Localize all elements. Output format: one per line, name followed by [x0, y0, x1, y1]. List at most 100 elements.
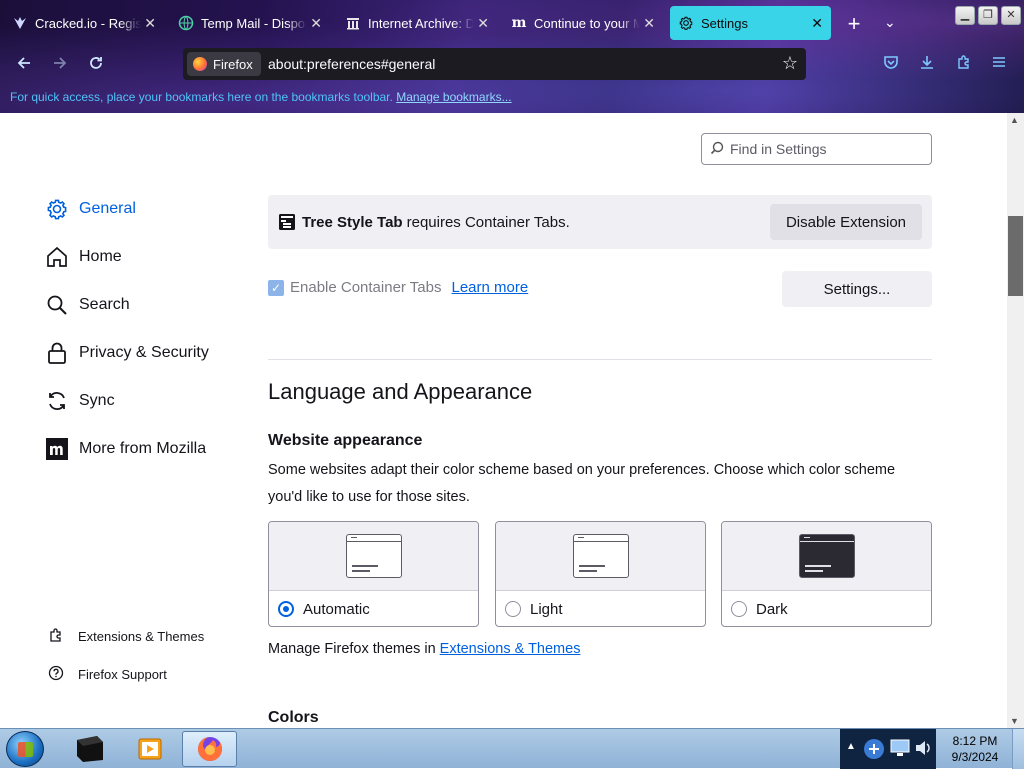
section-divider: [268, 359, 932, 360]
list-all-tabs-button[interactable]: ⌄: [884, 14, 896, 31]
arrow-right-icon: [54, 57, 67, 69]
clock-date: 9/3/2024: [951, 750, 999, 764]
tab-internet-archive[interactable]: Internet Archive: Dig ✕: [337, 6, 497, 40]
tree-style-tab-icon: [278, 213, 296, 231]
category-privacy-security[interactable]: Privacy & Security: [45, 341, 209, 365]
downloads-button[interactable]: [916, 54, 938, 75]
system-tray: ▲: [840, 729, 936, 769]
mozilla-m-icon: m: [511, 15, 527, 31]
volume-icon[interactable]: [914, 739, 932, 757]
category-label: Search: [79, 296, 130, 313]
color-scheme-dark[interactable]: Dark: [721, 521, 932, 627]
reload-button[interactable]: [85, 54, 107, 77]
enable-container-tabs-checkbox[interactable]: ✓: [268, 279, 284, 296]
tab-label: Cracked.io - Registra: [35, 15, 141, 31]
network-icon[interactable]: [890, 739, 910, 757]
tab-label: Continue to your Mo: [534, 15, 640, 31]
show-desktop-button[interactable]: [1012, 729, 1024, 769]
back-button[interactable]: [13, 54, 35, 77]
bookmarks-toolbar: For quick access, place your bookmarks h…: [0, 90, 1024, 110]
scheme-label: Light: [530, 600, 563, 618]
bookmark-star-icon[interactable]: ☆: [782, 53, 798, 74]
category-home[interactable]: Home: [45, 245, 122, 269]
restore-button[interactable]: ❐: [978, 6, 998, 25]
scroll-thumb[interactable]: [1008, 216, 1023, 296]
find-in-settings[interactable]: [701, 133, 932, 165]
container-tabs-row: ✓ Enable Container Tabs Learn more: [268, 279, 528, 296]
puzzle-icon: [47, 627, 65, 646]
automatic-radio[interactable]: [278, 601, 294, 617]
tab-mozilla-account[interactable]: m Continue to your Mo ✕: [503, 6, 663, 40]
category-label: More from Mozilla: [79, 440, 207, 457]
close-icon[interactable]: ✕: [310, 15, 322, 32]
firefox-support-label: Firefox Support: [78, 667, 167, 682]
browser-chrome: Cracked.io - Registra ✕ Temp Mail - Disp…: [0, 0, 1024, 113]
category-label: General: [79, 200, 136, 217]
light-preview-icon: [573, 534, 629, 578]
color-scheme-automatic[interactable]: Automatic: [268, 521, 479, 627]
category-label: Sync: [79, 392, 115, 409]
close-window-button[interactable]: ✕: [1001, 6, 1021, 25]
clock[interactable]: 8:12 PM 9/3/2024: [940, 733, 1010, 765]
globe-icon: [178, 15, 194, 31]
category-search[interactable]: Search: [45, 293, 130, 317]
dark-radio[interactable]: [731, 601, 747, 617]
start-button[interactable]: [6, 731, 44, 767]
app-menu-button[interactable]: [988, 54, 1010, 75]
scheme-label: Dark: [756, 600, 788, 618]
nav-bar: Firefox about:preferences#general ☆: [0, 46, 1024, 84]
close-icon[interactable]: ✕: [144, 15, 156, 32]
clock-time: 8:12 PM: [952, 734, 998, 748]
scroll-down-icon[interactable]: ▼: [1010, 716, 1019, 726]
tab-cracked[interactable]: Cracked.io - Registra ✕: [4, 6, 164, 40]
disable-extension-button[interactable]: Disable Extension: [770, 204, 922, 240]
media-player-icon: [138, 738, 161, 760]
container-settings-button[interactable]: Settings...: [782, 271, 932, 307]
extensions-themes-link[interactable]: Extensions & Themes: [47, 627, 204, 646]
vertical-scrollbar[interactable]: ▲ ▼: [1007, 113, 1024, 728]
close-icon[interactable]: ✕: [643, 15, 655, 32]
tab-temp-mail[interactable]: Temp Mail - Disposa ✕: [170, 6, 330, 40]
help-icon: [47, 665, 65, 684]
taskbar-app-terminal[interactable]: [62, 731, 117, 767]
enable-container-tabs-label: Enable Container Tabs: [290, 279, 442, 296]
gear-icon: [678, 15, 694, 31]
tab-label: Internet Archive: Dig: [368, 15, 474, 31]
manage-bookmarks-link[interactable]: Manage bookmarks...: [396, 90, 511, 104]
category-label: Home: [79, 248, 122, 265]
extensions-themes-label: Extensions & Themes: [78, 629, 205, 644]
tray-expand-icon[interactable]: ▲: [846, 741, 856, 752]
extensions-themes-inline-link[interactable]: Extensions & Themes: [440, 641, 581, 657]
url-bar[interactable]: Firefox about:preferences#general ☆: [183, 48, 806, 80]
puzzle-icon: [958, 55, 969, 69]
taskbar-app-media-player[interactable]: [122, 731, 177, 767]
close-icon[interactable]: ✕: [811, 15, 823, 32]
search-icon: [45, 293, 69, 317]
windows-taskbar: ▲ 8:12 PM 9/3/2024: [0, 728, 1024, 769]
light-radio[interactable]: [505, 601, 521, 617]
new-tab-button[interactable]: +: [843, 11, 865, 37]
scroll-up-icon[interactable]: ▲: [1010, 115, 1019, 125]
taskbar-app-firefox[interactable]: [182, 731, 237, 767]
pocket-button[interactable]: [880, 54, 902, 75]
color-scheme-light[interactable]: Light: [495, 521, 706, 627]
identity-box[interactable]: Firefox: [187, 52, 261, 76]
firefox-logo-icon: [193, 57, 207, 71]
hamburger-icon: [993, 57, 1005, 67]
tab-settings[interactable]: Settings ✕: [670, 6, 831, 40]
category-general[interactable]: General: [45, 197, 136, 221]
learn-more-link[interactable]: Learn more: [452, 279, 529, 296]
minimize-button[interactable]: ▁: [955, 6, 975, 25]
forward-button[interactable]: [49, 54, 71, 77]
close-icon[interactable]: ✕: [477, 15, 489, 32]
category-sync[interactable]: Sync: [45, 389, 115, 413]
find-in-settings-input[interactable]: [730, 141, 920, 157]
download-icon: [921, 56, 933, 69]
automatic-preview-icon: [346, 534, 402, 578]
tray-app-icon[interactable]: [862, 737, 886, 761]
extensions-button[interactable]: [953, 54, 975, 75]
extension-name: Tree Style Tab: [302, 213, 403, 231]
category-more-from-mozilla[interactable]: More from Mozilla: [45, 437, 206, 461]
firefox-support-link[interactable]: Firefox Support: [47, 665, 167, 684]
url-text[interactable]: about:preferences#general: [268, 56, 435, 72]
